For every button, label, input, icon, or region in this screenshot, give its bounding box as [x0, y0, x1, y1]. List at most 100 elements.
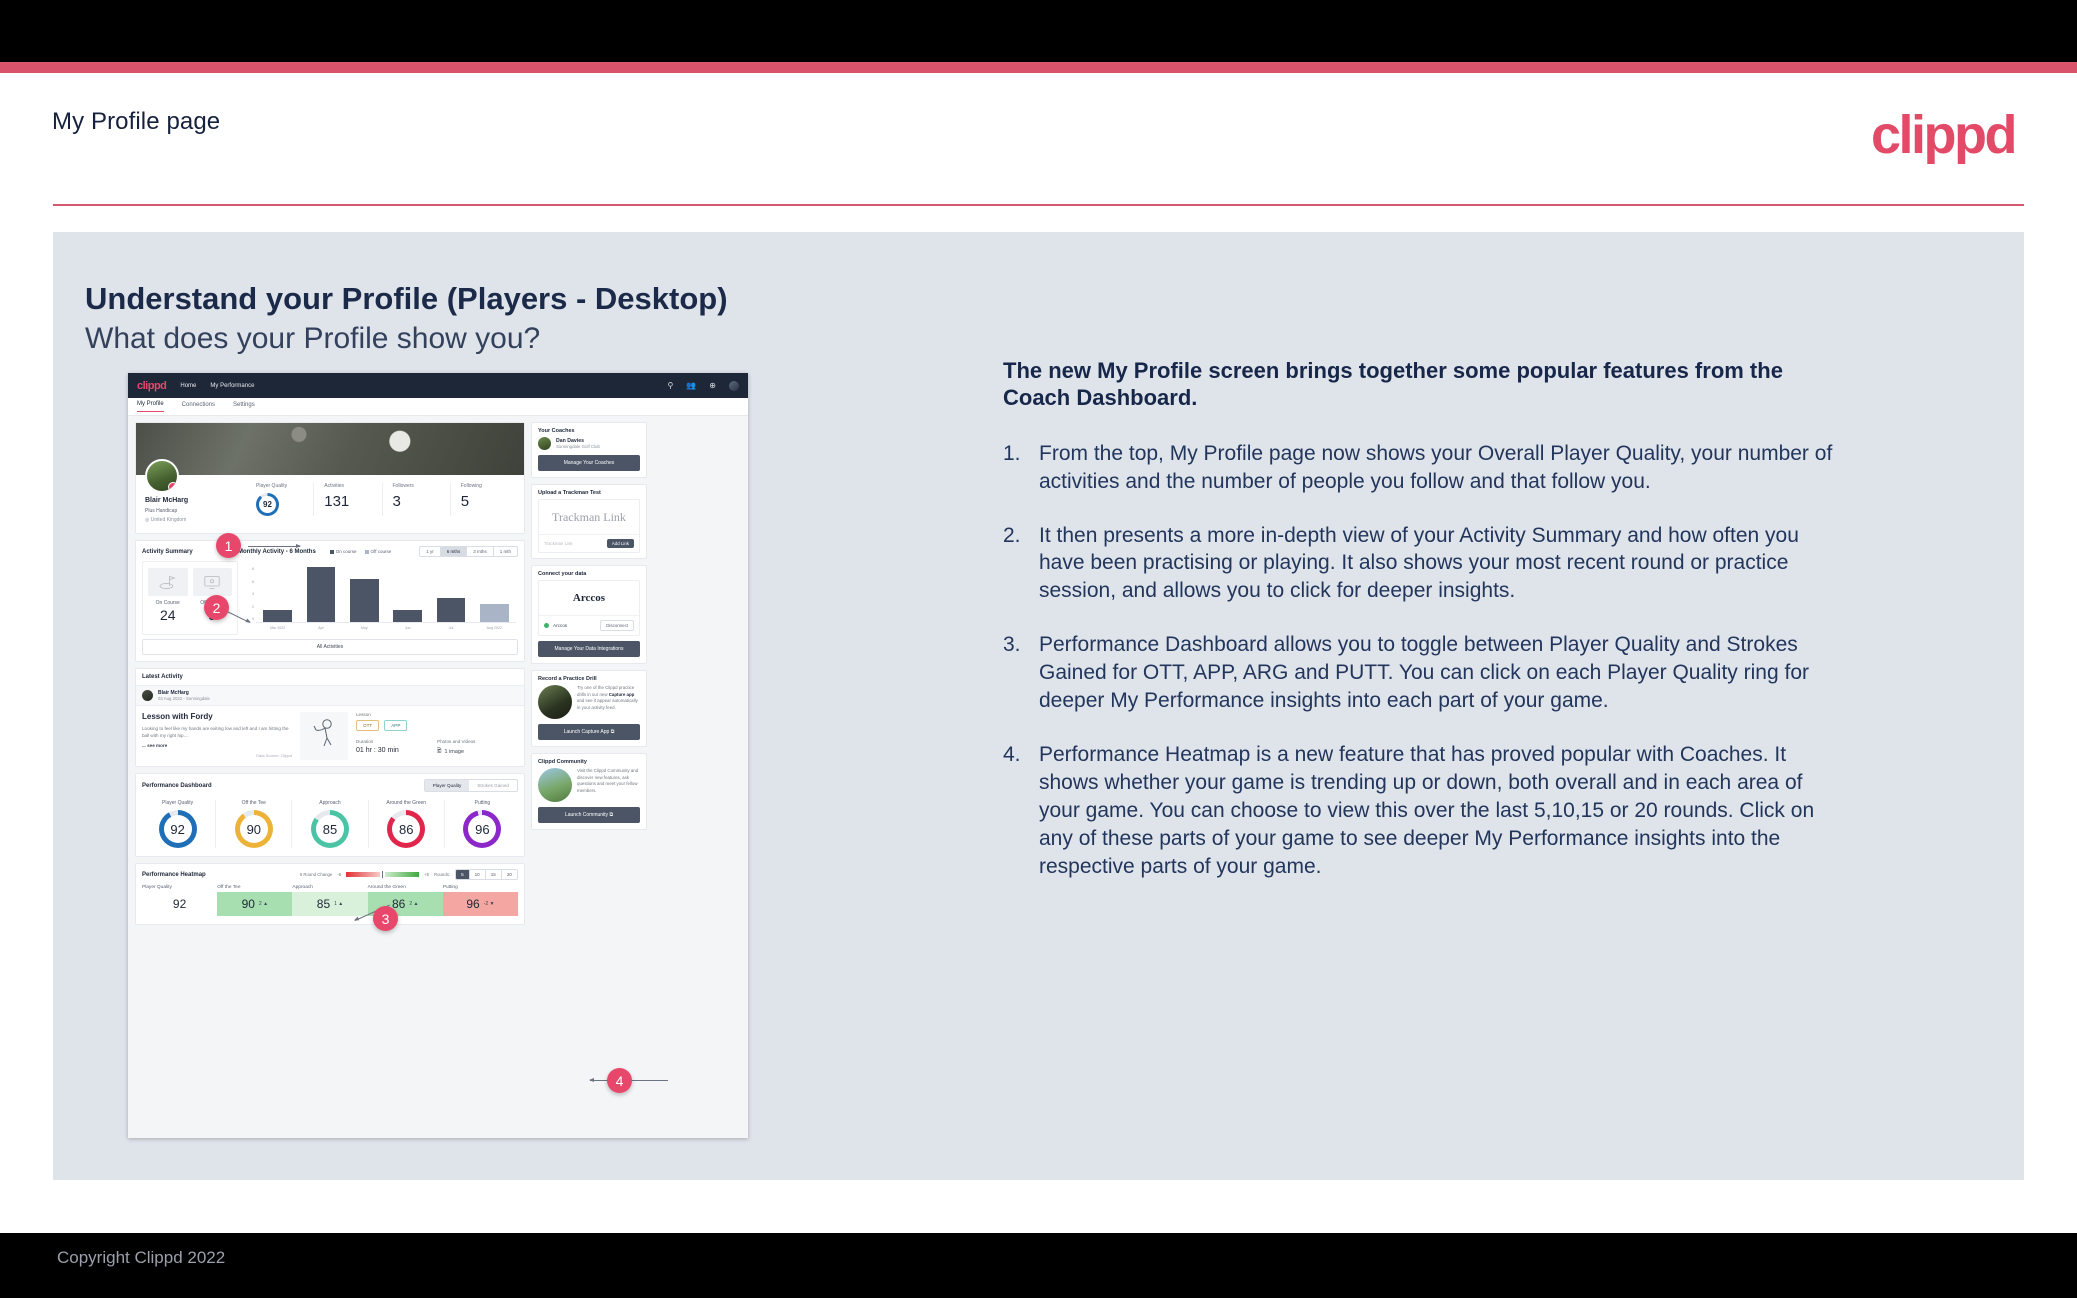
- profile-stat-value: 131: [324, 493, 350, 510]
- launch-capture-app-button[interactable]: Launch Capture App ⧉: [538, 724, 640, 740]
- range-option[interactable]: 6 mths: [439, 547, 467, 556]
- heatmap-cell[interactable]: 92: [142, 892, 218, 916]
- performance-ring[interactable]: 96: [463, 810, 502, 848]
- y-tick-label: 8: [252, 567, 254, 572]
- toggle-strokes-gained[interactable]: Strokes Gained: [469, 780, 517, 791]
- nav-link-home[interactable]: Home: [180, 383, 196, 389]
- app-brand-logo[interactable]: clippd: [137, 380, 167, 392]
- disconnect-button[interactable]: Disconnect: [600, 620, 634, 631]
- edit-avatar-icon[interactable]: [168, 482, 177, 491]
- drill-body-post: and see it appear automatically in your …: [577, 698, 638, 710]
- performance-ring-cell[interactable]: Putting 96: [443, 800, 520, 848]
- profile-stat-value: 3: [392, 493, 401, 510]
- rounds-option[interactable]: 5: [456, 870, 469, 879]
- heatmap-cell[interactable]: 85 1 ▲: [292, 892, 368, 916]
- drill-body-text: Try one of the Clippd practice drills in…: [577, 685, 640, 719]
- duration-value: 01 hr : 30 min: [356, 747, 399, 754]
- performance-ring-cell[interactable]: Around the Green 86: [367, 800, 444, 848]
- activity-meta: 03 Aug 2022 - Sunningdale: [158, 696, 210, 701]
- tab-settings[interactable]: Settings: [233, 402, 255, 412]
- heatmap-cells-row: 92 90 2 ▲ 85 1 ▲ 86 2 ▲ 96 -2 ▼: [142, 892, 519, 916]
- tab-connections[interactable]: Connections: [182, 402, 215, 412]
- performance-heatmap-title: Performance Heatmap: [142, 871, 206, 878]
- rounds-selector[interactable]: 5 10 15 20: [455, 869, 518, 880]
- chart-bar[interactable]: [480, 603, 509, 622]
- your-coaches-card: Your Coaches Dan Davies Sunningdale Golf…: [531, 422, 647, 478]
- accent-stripe-top: [0, 62, 2077, 73]
- metric-toggle[interactable]: Player Quality Strokes Gained: [423, 779, 518, 792]
- launch-community-button[interactable]: Launch Community ⧉: [538, 807, 640, 823]
- add-circle-icon[interactable]: ⊕: [709, 381, 716, 390]
- player-quality-ring[interactable]: 92: [256, 493, 279, 516]
- chart-bar[interactable]: [350, 579, 379, 622]
- add-link-button[interactable]: Add Link: [606, 539, 634, 548]
- range-option[interactable]: 1 mth: [492, 547, 517, 556]
- heatmap-delta: -2 ▼: [483, 901, 495, 907]
- performance-dashboard-title: Performance Dashboard: [142, 782, 212, 789]
- heatmap-value: 85: [316, 897, 331, 911]
- letterbox-bottom: [0, 1233, 2077, 1298]
- scale-max-label: +5: [424, 872, 430, 877]
- rounds-option[interactable]: 20: [500, 870, 517, 879]
- profile-stat-label: Following: [460, 483, 482, 489]
- performance-ring[interactable]: 86: [387, 810, 426, 848]
- profile-stat-label: Followers: [392, 483, 414, 489]
- community-body-text: Visit the Clippd Community and discover …: [577, 768, 639, 793]
- see-more-link[interactable]: ... see more: [142, 743, 292, 748]
- profile-handicap: Plus Handicap: [145, 508, 178, 514]
- trackman-link-input[interactable]: Trackman Link: [544, 541, 603, 546]
- explanation-item: 3. Performance Dashboard allows you to to…: [1003, 631, 1848, 715]
- range-option[interactable]: 3 mths: [466, 547, 493, 556]
- activity-description: Looking to feel like my hands are exitin…: [142, 726, 289, 738]
- profile-stat: Player Quality 92: [246, 483, 313, 516]
- range-selector[interactable]: 1 yr 6 mths 3 mths 1 mth: [419, 546, 518, 557]
- x-tick-label: Jun: [404, 626, 411, 630]
- chart-bar[interactable]: [393, 609, 422, 622]
- connect-data-title: Connect your data: [538, 571, 587, 577]
- tag-ott[interactable]: OTT: [356, 720, 380, 731]
- rounds-option[interactable]: 10: [468, 870, 485, 879]
- chart-bar[interactable]: [436, 597, 466, 622]
- tab-my-profile[interactable]: My Profile: [137, 401, 164, 412]
- y-tick-label: 6: [252, 579, 254, 584]
- activity-data-source: Data Source: Clippd: [256, 752, 292, 758]
- performance-ring-cell[interactable]: Off the Tee 90: [215, 800, 291, 848]
- performance-ring-value: 96: [468, 815, 497, 843]
- chart-bar[interactable]: [306, 567, 336, 622]
- heatmap-value: 96: [466, 897, 480, 911]
- legend-entry: Off course: [364, 549, 391, 554]
- header-divider: [53, 204, 2024, 206]
- chart-bar[interactable]: [263, 609, 292, 622]
- activity-user-avatar: [142, 690, 153, 701]
- section-heading: Understand your Profile (Players - Deskt…: [85, 281, 728, 316]
- manage-integrations-button[interactable]: Manage Your Data Integrations: [538, 641, 640, 657]
- arccos-logo: Arccos: [572, 592, 606, 604]
- all-activities-button[interactable]: All Activities: [142, 639, 518, 655]
- toggle-player-quality[interactable]: Player Quality: [424, 780, 470, 791]
- performance-ring-cell[interactable]: Player Quality 92: [140, 800, 215, 848]
- chart-legend: On course Off course: [329, 549, 391, 554]
- avatar[interactable]: [729, 380, 739, 391]
- rounds-option[interactable]: 15: [484, 870, 501, 879]
- performance-ring-cell[interactable]: Approach 85: [291, 800, 367, 848]
- performance-ring-label: Around the Green: [386, 800, 427, 806]
- performance-ring[interactable]: 92: [158, 810, 197, 848]
- profile-stat-label: Player Quality: [256, 483, 288, 489]
- launch-community-label: Launch Community: [564, 812, 609, 818]
- tag-app[interactable]: APP: [384, 720, 408, 731]
- profile-avatar[interactable]: [145, 459, 179, 493]
- explanation-item: 2. It then presents a more in-depth view …: [1003, 522, 1848, 606]
- heatmap-cell[interactable]: 90 2 ▲: [217, 892, 293, 916]
- people-icon[interactable]: 👥: [686, 381, 696, 390]
- nav-link-my-performance[interactable]: My Performance: [210, 383, 254, 389]
- letterbox-top: [0, 0, 2077, 62]
- performance-ring[interactable]: 85: [311, 810, 349, 848]
- heatmap-cell[interactable]: 96 -2 ▼: [442, 892, 519, 916]
- range-option[interactable]: 1 yr: [420, 547, 440, 556]
- callout-1: 1: [216, 533, 241, 558]
- performance-ring[interactable]: 90: [234, 810, 273, 848]
- manage-coaches-button[interactable]: Manage Your Coaches: [538, 455, 640, 471]
- app-sidebar-column: Your Coaches Dan Davies Sunningdale Golf…: [531, 422, 647, 1132]
- search-icon[interactable]: ⚲: [667, 381, 673, 390]
- heatmap-label: Around the Green: [367, 885, 406, 890]
